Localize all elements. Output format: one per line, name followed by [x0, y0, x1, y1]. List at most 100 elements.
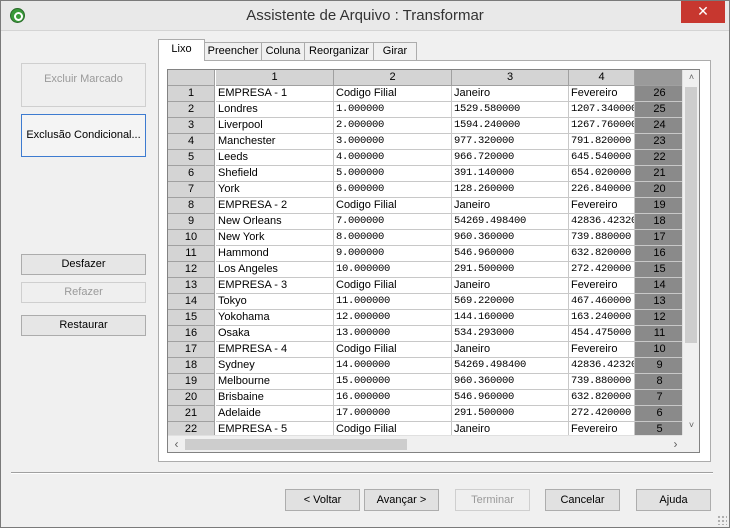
- table-cell[interactable]: 977.320000: [452, 134, 569, 150]
- table-cell[interactable]: 791.820000: [569, 134, 635, 150]
- scroll-left-icon[interactable]: ‹: [168, 437, 185, 451]
- table-cell[interactable]: Londres: [216, 102, 334, 118]
- table-cell[interactable]: 467.460000: [569, 294, 635, 310]
- reversed-index-cell[interactable]: 23: [635, 134, 685, 150]
- data-grid[interactable]: 1 2 3 4 1 EMPRESA - 1 Codigo Filial Janeiro Feve…: [167, 69, 700, 453]
- reversed-index-cell[interactable]: 14: [635, 278, 685, 294]
- table-cell[interactable]: 960.360000: [452, 374, 569, 390]
- column-header[interactable]: 3: [452, 70, 569, 86]
- table-cell[interactable]: EMPRESA - 3: [216, 278, 334, 294]
- table-cell[interactable]: 144.160000: [452, 310, 569, 326]
- table-cell[interactable]: 3.000000: [334, 134, 452, 150]
- reversed-index-cell[interactable]: 18: [635, 214, 685, 230]
- table-cell[interactable]: 645.540000: [569, 150, 635, 166]
- row-header[interactable]: 20: [168, 390, 215, 406]
- table-cell[interactable]: 163.240000: [569, 310, 635, 326]
- table-cell[interactable]: 1267.760000: [569, 118, 635, 134]
- table-cell[interactable]: 1594.240000: [452, 118, 569, 134]
- row-header[interactable]: 16: [168, 326, 215, 342]
- horizontal-scrollbar[interactable]: ‹ ›: [168, 435, 684, 452]
- table-cell[interactable]: 739.880000: [569, 230, 635, 246]
- row-header[interactable]: 1: [168, 86, 215, 102]
- row-header[interactable]: 13: [168, 278, 215, 294]
- table-cell[interactable]: 291.500000: [452, 406, 569, 422]
- tab-lixo[interactable]: Lixo: [158, 39, 205, 61]
- tab-reorganizar[interactable]: Reorganizar: [304, 42, 374, 60]
- table-cell[interactable]: 291.500000: [452, 262, 569, 278]
- tab-coluna[interactable]: Coluna: [261, 42, 305, 60]
- table-cell[interactable]: Adelaide: [216, 406, 334, 422]
- vertical-scroll-thumb[interactable]: [685, 87, 697, 343]
- table-cell[interactable]: Osaka: [216, 326, 334, 342]
- table-cell[interactable]: 17.000000: [334, 406, 452, 422]
- reversed-index-cell[interactable]: 12: [635, 310, 685, 326]
- table-cell[interactable]: Brisbaine: [216, 390, 334, 406]
- reversed-index-cell[interactable]: 22: [635, 150, 685, 166]
- table-cell[interactable]: 391.140000: [452, 166, 569, 182]
- scroll-down-icon[interactable]: ˅: [683, 420, 699, 430]
- reversed-index-cell[interactable]: 24: [635, 118, 685, 134]
- table-cell[interactable]: Melbourne: [216, 374, 334, 390]
- close-button[interactable]: ✕: [681, 1, 725, 23]
- table-cell[interactable]: Fevereiro: [569, 278, 635, 294]
- restaurar-button[interactable]: Restaurar: [21, 315, 146, 336]
- scroll-up-icon[interactable]: ˄: [683, 72, 699, 82]
- terminar-button[interactable]: Terminar: [455, 489, 530, 511]
- row-header[interactable]: 5: [168, 150, 215, 166]
- cancelar-button[interactable]: Cancelar: [545, 489, 620, 511]
- table-cell[interactable]: Los Angeles: [216, 262, 334, 278]
- table-cell[interactable]: 534.293000: [452, 326, 569, 342]
- table-cell[interactable]: Codigo Filial: [334, 278, 452, 294]
- reversed-index-cell[interactable]: 20: [635, 182, 685, 198]
- table-cell[interactable]: 272.420000: [569, 406, 635, 422]
- table-cell[interactable]: New York: [216, 230, 334, 246]
- table-cell[interactable]: Manchester: [216, 134, 334, 150]
- table-cell[interactable]: 14.000000: [334, 358, 452, 374]
- row-header[interactable]: 18: [168, 358, 215, 374]
- column-header-extra[interactable]: [635, 70, 685, 86]
- excluir-marcado-button[interactable]: Excluir Marcado: [21, 63, 146, 107]
- resize-grip-icon[interactable]: [717, 515, 727, 525]
- tab-preencher[interactable]: Preencher: [204, 42, 262, 60]
- row-header[interactable]: 14: [168, 294, 215, 310]
- tab-girar[interactable]: Girar: [373, 42, 417, 60]
- reversed-index-cell[interactable]: 19: [635, 198, 685, 214]
- table-cell[interactable]: Hammond: [216, 246, 334, 262]
- table-cell[interactable]: 632.820000: [569, 246, 635, 262]
- ajuda-button[interactable]: Ajuda: [636, 489, 711, 511]
- table-cell[interactable]: 966.720000: [452, 150, 569, 166]
- reversed-index-cell[interactable]: 15: [635, 262, 685, 278]
- table-cell[interactable]: 128.260000: [452, 182, 569, 198]
- table-cell[interactable]: Tokyo: [216, 294, 334, 310]
- table-cell[interactable]: 272.420000: [569, 262, 635, 278]
- table-cell[interactable]: 226.840000: [569, 182, 635, 198]
- row-header[interactable]: 21: [168, 406, 215, 422]
- reversed-index-cell[interactable]: 8: [635, 374, 685, 390]
- vertical-scrollbar[interactable]: ˄ ˅: [682, 70, 699, 436]
- voltar-button[interactable]: < Voltar: [285, 489, 360, 511]
- table-cell[interactable]: 16.000000: [334, 390, 452, 406]
- table-cell[interactable]: 632.820000: [569, 390, 635, 406]
- table-cell[interactable]: Janeiro: [452, 198, 569, 214]
- row-header[interactable]: 15: [168, 310, 215, 326]
- table-cell[interactable]: 8.000000: [334, 230, 452, 246]
- table-cell[interactable]: Leeds: [216, 150, 334, 166]
- reversed-index-cell[interactable]: 13: [635, 294, 685, 310]
- table-cell[interactable]: Liverpool: [216, 118, 334, 134]
- table-cell[interactable]: Janeiro: [452, 342, 569, 358]
- table-cell[interactable]: 739.880000: [569, 374, 635, 390]
- table-cell[interactable]: Janeiro: [452, 86, 569, 102]
- avancar-button[interactable]: Avançar >: [364, 489, 439, 511]
- table-cell[interactable]: Codigo Filial: [334, 198, 452, 214]
- reversed-index-cell[interactable]: 16: [635, 246, 685, 262]
- table-cell[interactable]: 7.000000: [334, 214, 452, 230]
- row-header[interactable]: 19: [168, 374, 215, 390]
- table-cell[interactable]: Fevereiro: [569, 198, 635, 214]
- table-cell[interactable]: EMPRESA - 1: [216, 86, 334, 102]
- reversed-index-cell[interactable]: 7: [635, 390, 685, 406]
- reversed-index-cell[interactable]: 21: [635, 166, 685, 182]
- refazer-button[interactable]: Refazer: [21, 282, 146, 303]
- table-cell[interactable]: Sydney: [216, 358, 334, 374]
- row-header[interactable]: 8: [168, 198, 215, 214]
- table-cell[interactable]: Yokohama: [216, 310, 334, 326]
